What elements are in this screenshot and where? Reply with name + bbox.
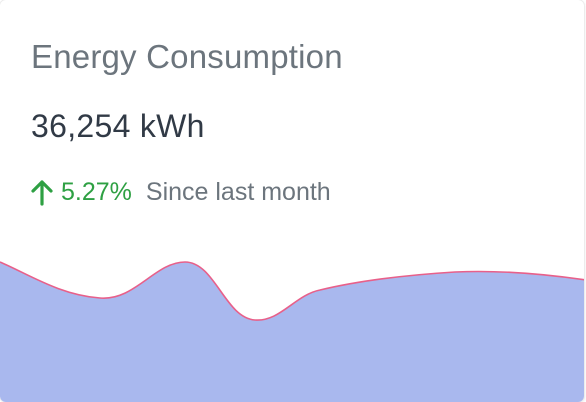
change-percent: 5.27% — [61, 178, 132, 206]
consumption-value: 36,254 kWh — [31, 108, 205, 144]
energy-consumption-card: Energy Consumption 36,254 kWh 5.27% Sinc… — [0, 0, 584, 402]
since-label: Since last month — [145, 178, 331, 206]
trend-indicator: 5.27% Since last month — [31, 178, 331, 207]
sparkline-area — [0, 262, 584, 402]
card-title: Energy Consumption — [31, 38, 343, 75]
arrow-up-icon — [31, 179, 53, 206]
sparkline-chart — [0, 261, 584, 402]
